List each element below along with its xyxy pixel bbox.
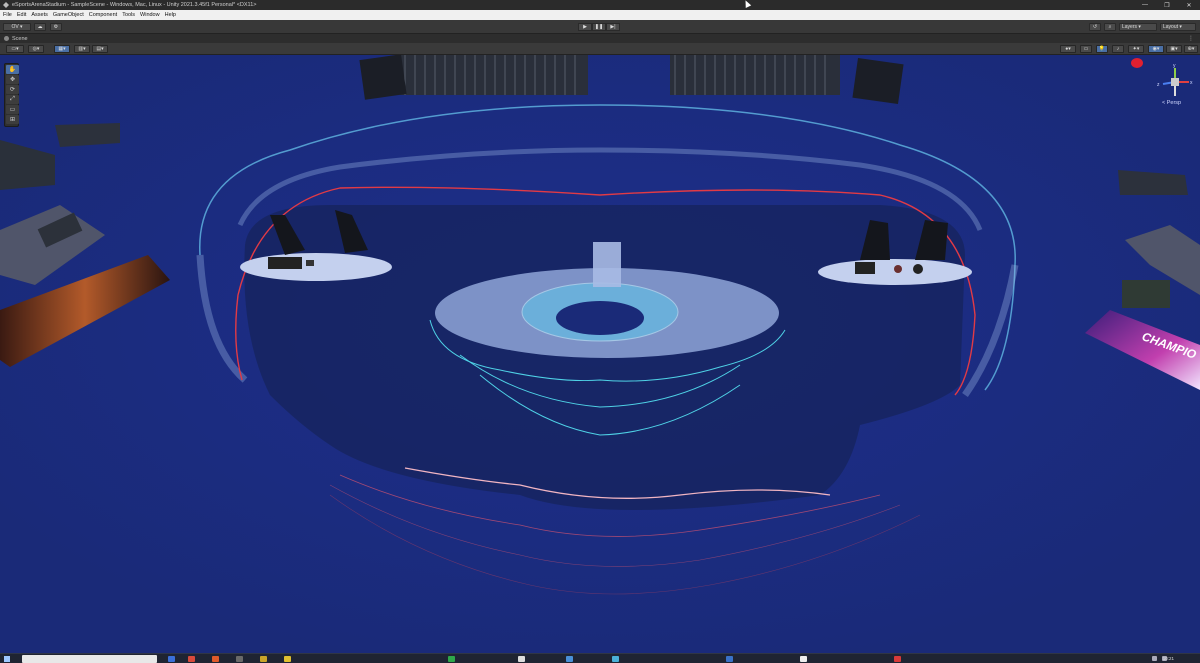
menu-edit[interactable]: Edit [17, 12, 26, 18]
menu-gameobject[interactable]: GameObject [53, 12, 84, 18]
taskbar-app-icon[interactable] [726, 656, 733, 662]
gizmos-dropdown[interactable]: ⊕▾ [1184, 45, 1198, 53]
taskbar-app-icon[interactable] [448, 656, 455, 662]
menu-bar: File Edit Assets GameObject Component To… [0, 10, 1200, 20]
right-gate [670, 55, 840, 95]
view-tool-button[interactable]: ✋ [6, 65, 19, 74]
menu-window[interactable]: Window [140, 12, 160, 18]
scene-icon [4, 36, 9, 41]
audio-toggle[interactable]: ♪ [1112, 45, 1124, 53]
cloud-icon[interactable]: ☁ [34, 23, 46, 31]
left-light-rig [55, 123, 120, 147]
taskbar-search-input[interactable] [22, 655, 157, 663]
title-bar: eSportsArenaStadium - SampleScene - Wind… [0, 0, 1200, 10]
gizmo-center [1171, 78, 1179, 86]
menu-assets[interactable]: Assets [31, 12, 48, 18]
menu-help[interactable]: Help [165, 12, 176, 18]
more-options-icon[interactable]: ⋮ [1188, 35, 1194, 42]
taskbar-app-icon[interactable] [284, 656, 291, 662]
play-button[interactable]: ▶ [578, 23, 592, 31]
orientation-dropdown[interactable]: ◎▾ [28, 45, 44, 53]
right-desk-headset [913, 264, 923, 274]
minimize-button[interactable]: — [1134, 0, 1156, 10]
scene-viewport[interactable]: CHAMPIO [0, 55, 1200, 653]
menu-component[interactable]: Component [89, 12, 117, 18]
right-speaker [852, 57, 904, 105]
taskbar-app-icon[interactable] [612, 656, 619, 662]
lighting-toggle[interactable]: 💡 [1096, 45, 1108, 53]
rect-tool-button[interactable]: ▭ [6, 105, 19, 114]
scene-tab-bar: Scene ⋮ [0, 34, 1200, 43]
shading-dropdown[interactable]: ●▾ [1060, 45, 1076, 53]
tab-scene-label: Scene [12, 35, 28, 42]
right-desk [818, 259, 972, 285]
effects-dropdown[interactable]: ✦▾ [1128, 45, 1144, 53]
pivot-dropdown[interactable]: ▤▾ [92, 45, 108, 53]
transform-tool-button[interactable]: ⊞ [6, 115, 19, 124]
red-object [1131, 58, 1143, 68]
account-dropdown[interactable]: OV ▾ [3, 23, 31, 31]
right-desk-item [894, 265, 902, 273]
taskbar-app-icon[interactable] [800, 656, 807, 662]
left-desk-keyboard [306, 260, 314, 266]
stage-pillar [593, 242, 621, 287]
layout-label: Layout [1163, 24, 1179, 30]
taskbar-app-icon[interactable] [168, 656, 175, 662]
layers-label: Layers [1122, 24, 1138, 30]
collab-icon[interactable]: ⚙ [50, 23, 62, 31]
gizmo-x-label: x [1190, 80, 1193, 86]
grid-snap-dropdown[interactable]: ▦▾ [54, 45, 70, 53]
step-button[interactable]: ▶| [606, 23, 620, 31]
pause-button[interactable]: ❚❚ [592, 23, 606, 31]
2d-toggle[interactable]: ▭ [1080, 45, 1092, 53]
taskbar-app-icon[interactable] [518, 656, 525, 662]
layout-dropdown[interactable]: Layout ▾ [1160, 23, 1196, 31]
window-controls: — ❐ ✕ [1134, 0, 1200, 10]
maximize-button[interactable]: ❐ [1156, 0, 1178, 10]
gizmo-z-label: z [1157, 82, 1160, 88]
scene-render: CHAMPIO [0, 55, 1200, 653]
left-speaker [359, 55, 407, 100]
main-stage-hole [556, 301, 644, 335]
history-icon[interactable]: ↺ [1089, 23, 1101, 31]
scene-toolbar: ▭▾ ◎▾ ▦▾ ▥▾ ▤▾ ●▾ ▭ 💡 ♪ ✦▾ ◉▾ ▣▾ ⊕▾ [0, 43, 1200, 55]
taskbar-app-icon[interactable] [212, 656, 219, 662]
tray-network-icon[interactable] [1152, 656, 1157, 661]
increment-snap-dropdown[interactable]: ▥▾ [74, 45, 90, 53]
window-title: eSportsArenaStadium - SampleScene - Wind… [12, 2, 257, 8]
taskbar-app-icon[interactable] [188, 656, 195, 662]
menu-file[interactable]: File [3, 12, 12, 18]
unity-logo-icon [3, 2, 9, 8]
taskbar-app-icon[interactable] [260, 656, 267, 662]
start-icon[interactable] [4, 656, 10, 662]
main-toolbar: OV ▾ ☁ ⚙ ▶ ❚❚ ▶| ↺ ⌕ Layers ▾ Layout ▾ [0, 20, 1200, 34]
move-tool-button[interactable]: ✥ [6, 75, 19, 84]
os-taskbar: 10:21 [0, 653, 1200, 663]
projection-label[interactable]: < Persp [1162, 100, 1181, 106]
tools-palette: ✋ ✥ ⟳ ⤢ ▭ ⊞ [4, 63, 19, 127]
playmode-controls: ▶ ❚❚ ▶| [578, 23, 620, 31]
tab-scene[interactable]: Scene [4, 36, 28, 42]
taskbar-app-icon[interactable] [236, 656, 243, 662]
close-button[interactable]: ✕ [1178, 0, 1200, 10]
menu-tools[interactable]: Tools [122, 12, 135, 18]
left-desk [240, 253, 392, 281]
rotate-tool-button[interactable]: ⟳ [6, 85, 19, 94]
right-desk-monitor [855, 262, 875, 274]
layers-dropdown[interactable]: Layers ▾ [1119, 23, 1157, 31]
right-crate [1122, 280, 1170, 308]
left-gate [400, 55, 588, 95]
taskbar-clock[interactable]: 10:21 [1163, 654, 1174, 663]
left-desk-monitor [268, 257, 302, 269]
scale-tool-button[interactable]: ⤢ [6, 95, 19, 104]
camera-dropdown[interactable]: ▣▾ [1166, 45, 1182, 53]
draw-mode-dropdown[interactable]: ▭▾ [6, 45, 24, 53]
search-icon[interactable]: ⌕ [1104, 23, 1116, 31]
taskbar-app-icon[interactable] [894, 656, 901, 662]
taskbar-app-icon[interactable] [566, 656, 573, 662]
hidden-objects-dropdown[interactable]: ◉▾ [1148, 45, 1164, 53]
